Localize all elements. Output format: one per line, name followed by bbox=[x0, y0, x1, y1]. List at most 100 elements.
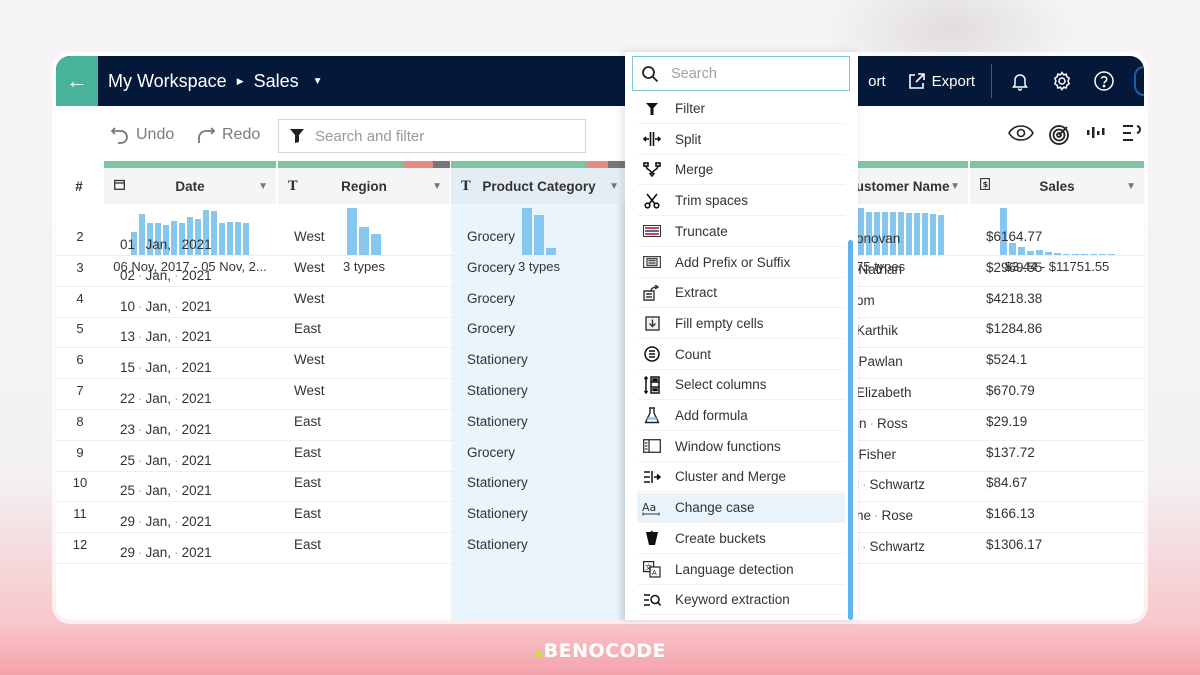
cell-customer-name[interactable]: onovan bbox=[856, 231, 900, 246]
menu-item-change-case[interactable]: Aa Change case bbox=[637, 493, 845, 524]
menu-scrollbar[interactable] bbox=[848, 240, 853, 620]
cell-product-category[interactable]: Stationery bbox=[467, 506, 528, 521]
eye-icon[interactable] bbox=[1008, 124, 1034, 142]
cell-customer-name[interactable]: l·Schwartz bbox=[856, 539, 925, 554]
cell-product-category[interactable]: Stationery bbox=[467, 475, 528, 490]
back-button[interactable]: ← bbox=[56, 56, 98, 106]
cell-date[interactable]: 25 · Jan, · 2021 bbox=[120, 453, 212, 468]
cell-product-category[interactable]: Stationery bbox=[467, 537, 528, 552]
cell-product-category[interactable]: Grocery bbox=[467, 445, 515, 460]
cell-date[interactable]: 29 · Jan, · 2021 bbox=[120, 545, 212, 560]
cell-date[interactable]: 10 · Jan, · 2021 bbox=[120, 299, 212, 314]
column-header-date[interactable]: Date ▼ bbox=[104, 168, 276, 204]
cell-region[interactable]: East bbox=[294, 321, 321, 336]
cell-sales[interactable]: $6164.77 bbox=[986, 229, 1042, 244]
cell-date[interactable]: 15 · Jan, · 2021 bbox=[120, 360, 212, 375]
chevron-down-icon[interactable]: ▼ bbox=[258, 181, 268, 192]
import-button[interactable]: ort bbox=[868, 73, 886, 90]
column-header-customer-name[interactable]: Customer Name ▼ bbox=[846, 168, 968, 204]
menu-item-create-buckets[interactable]: Create buckets bbox=[637, 524, 845, 554]
target-icon[interactable] bbox=[1048, 124, 1070, 146]
cell-product-category[interactable]: Stationery bbox=[467, 414, 528, 429]
cell-customer-name[interactable]: ne · Rose bbox=[856, 508, 913, 523]
menu-item-filter[interactable]: Filter bbox=[637, 94, 845, 124]
redo-button[interactable]: Redo bbox=[196, 126, 260, 144]
cell-customer-name[interactable]: Elizabeth bbox=[856, 385, 912, 400]
cell-sales[interactable]: $166.13 bbox=[986, 506, 1035, 521]
cell-sales[interactable]: $84.67 bbox=[986, 475, 1027, 490]
cell-date[interactable]: 01 · Jan, · 2021 bbox=[120, 237, 212, 252]
cell-product-category[interactable]: Grocery bbox=[467, 291, 515, 306]
gear-icon[interactable] bbox=[1050, 69, 1074, 93]
cell-region[interactable]: West bbox=[294, 260, 325, 275]
cell-region[interactable]: West bbox=[294, 229, 325, 244]
menu-item-extract[interactable]: Extract bbox=[637, 278, 845, 309]
cell-sales[interactable]: $29.19 bbox=[986, 414, 1027, 429]
cell-sales[interactable]: $2969.55 bbox=[986, 260, 1042, 275]
export-button[interactable]: Export bbox=[908, 72, 975, 90]
menu-search-input[interactable]: Search bbox=[632, 56, 850, 91]
breadcrumb-dataset[interactable]: Sales bbox=[254, 71, 299, 92]
cell-sales[interactable]: $670.79 bbox=[986, 383, 1035, 398]
cell-date[interactable]: 25 · Jan, · 2021 bbox=[120, 483, 212, 498]
cell-product-category[interactable]: Stationery bbox=[467, 383, 528, 398]
menu-item-window-functions[interactable]: Window functions bbox=[637, 432, 845, 462]
cell-region[interactable]: East bbox=[294, 506, 321, 521]
cell-sales[interactable]: $1306.17 bbox=[986, 537, 1042, 552]
sort-icon[interactable] bbox=[1122, 124, 1144, 142]
menu-item-cluster-and-merge[interactable]: Cluster and Merge bbox=[637, 462, 845, 493]
cell-sales[interactable]: $1284.86 bbox=[986, 321, 1042, 336]
cell-product-category[interactable]: Grocery bbox=[467, 321, 515, 336]
cell-date[interactable]: 29 · Jan, · 2021 bbox=[120, 514, 212, 529]
breadcrumb-workspace[interactable]: My Workspace bbox=[108, 71, 227, 92]
cell-product-category[interactable]: Grocery bbox=[467, 229, 515, 244]
chevron-down-icon[interactable]: ▼ bbox=[950, 181, 960, 192]
search-and-filter-input[interactable]: Search and filter bbox=[278, 119, 586, 153]
menu-item-split[interactable]: Split bbox=[637, 125, 845, 155]
cell-region[interactable]: East bbox=[294, 537, 321, 552]
cell-sales[interactable]: $137.72 bbox=[986, 445, 1035, 460]
menu-item-select-columns[interactable]: Select columns bbox=[637, 370, 845, 401]
menu-item-truncate[interactable]: Truncate bbox=[637, 217, 845, 247]
cell-customer-name[interactable]: in · Ross bbox=[856, 416, 908, 431]
cell-date[interactable]: 02 · Jan, · 2021 bbox=[120, 268, 212, 283]
menu-item-merge[interactable]: Merge bbox=[637, 155, 845, 186]
menu-item-trim-spaces[interactable]: Trim spaces bbox=[637, 186, 845, 217]
cell-product-category[interactable]: Grocery bbox=[467, 260, 515, 275]
cell-region[interactable]: East bbox=[294, 414, 321, 429]
chevron-down-icon[interactable]: ▼ bbox=[313, 76, 323, 87]
cell-region[interactable]: West bbox=[294, 383, 325, 398]
cell-customer-name[interactable]: om bbox=[856, 293, 875, 308]
menu-item-add-formula[interactable]: Add formula bbox=[637, 401, 845, 431]
menu-item-fill-empty-cells[interactable]: Fill empty cells bbox=[637, 309, 845, 339]
cell-region[interactable]: East bbox=[294, 475, 321, 490]
column-header-region[interactable]: T Region ▼ bbox=[278, 168, 450, 204]
cell-product-category[interactable]: Stationery bbox=[467, 352, 528, 367]
cell-sales[interactable]: $524.1 bbox=[986, 352, 1027, 367]
cell-region[interactable]: East bbox=[294, 445, 321, 460]
avatar[interactable] bbox=[1134, 66, 1144, 96]
cell-region[interactable]: West bbox=[294, 352, 325, 367]
menu-item-count[interactable]: Count bbox=[637, 340, 845, 370]
menu-item-label: Keyword extraction bbox=[675, 592, 790, 608]
bell-icon[interactable] bbox=[1008, 69, 1032, 93]
undo-button[interactable]: Undo bbox=[110, 126, 174, 144]
chevron-right-icon: ▶ bbox=[236, 75, 244, 86]
menu-item-keyword-extraction[interactable]: Keyword extraction bbox=[637, 585, 845, 616]
cell-customer-name[interactable]: Karthik bbox=[856, 323, 898, 338]
chevron-down-icon[interactable]: ▼ bbox=[432, 181, 442, 192]
cell-date[interactable]: 22 · Jan, · 2021 bbox=[120, 391, 212, 406]
menu-item-add-prefix-or-suffix[interactable]: Add Prefix or Suffix bbox=[637, 248, 845, 278]
column-header-product-category[interactable]: T Product Category ▼ bbox=[451, 168, 627, 204]
cell-date[interactable]: 23 · Jan, · 2021 bbox=[120, 422, 212, 437]
cell-sales[interactable]: $4218.38 bbox=[986, 291, 1042, 306]
cell-date[interactable]: 13 · Jan, · 2021 bbox=[120, 329, 212, 344]
menu-item-language-detection[interactable]: 文 A Language detection bbox=[637, 555, 845, 585]
cell-region[interactable]: West bbox=[294, 291, 325, 306]
chevron-down-icon[interactable]: ▼ bbox=[609, 181, 619, 192]
chevron-down-icon[interactable]: ▼ bbox=[1126, 181, 1136, 192]
help-icon[interactable] bbox=[1092, 69, 1116, 93]
column-header-sales[interactable]: $ Sales ▼ bbox=[970, 168, 1144, 204]
cell-customer-name[interactable]: l·Schwartz bbox=[856, 477, 925, 492]
column-chart-icon[interactable] bbox=[1086, 124, 1106, 140]
